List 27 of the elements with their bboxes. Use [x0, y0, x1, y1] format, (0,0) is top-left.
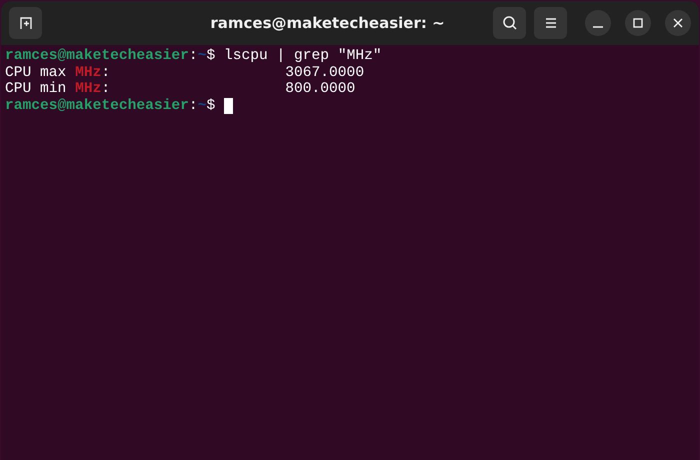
maximize-icon — [633, 18, 643, 28]
terminal-text: $ lscpu | grep "MHz" — [206, 48, 382, 64]
search-button[interactable] — [493, 7, 526, 39]
close-icon — [673, 18, 683, 28]
terminal-text: : — [188, 48, 198, 64]
close-button[interactable] — [665, 10, 691, 36]
terminal-text: ~ — [198, 48, 206, 64]
menu-button[interactable] — [534, 7, 567, 39]
new-tab-button[interactable] — [9, 7, 42, 39]
terminal-text: : — [188, 98, 198, 114]
terminal-text: CPU max — [5, 64, 68, 81]
terminal-text: CPU min — [5, 81, 68, 98]
new-tab-icon — [18, 15, 34, 31]
terminal-text: : 3067.0000 — [101, 64, 364, 81]
window-title: ramces@maketecheasier: ~ — [209, 14, 446, 32]
terminal-text: MHz — [75, 81, 102, 98]
terminal-text: ramces@maketecheasier — [5, 98, 189, 114]
minimize-icon — [593, 26, 603, 28]
terminal-text: ramces@maketecheasier — [5, 48, 189, 64]
terminal-text: ~ — [198, 98, 206, 114]
terminal-text: MHz — [75, 64, 102, 81]
search-icon — [502, 15, 518, 31]
terminal-text: : 800.0000 — [101, 81, 356, 98]
maximize-button[interactable] — [625, 10, 651, 36]
minimize-button[interactable] — [585, 10, 611, 36]
terminal-text: $ — [206, 98, 216, 114]
menu-icon — [544, 17, 558, 29]
